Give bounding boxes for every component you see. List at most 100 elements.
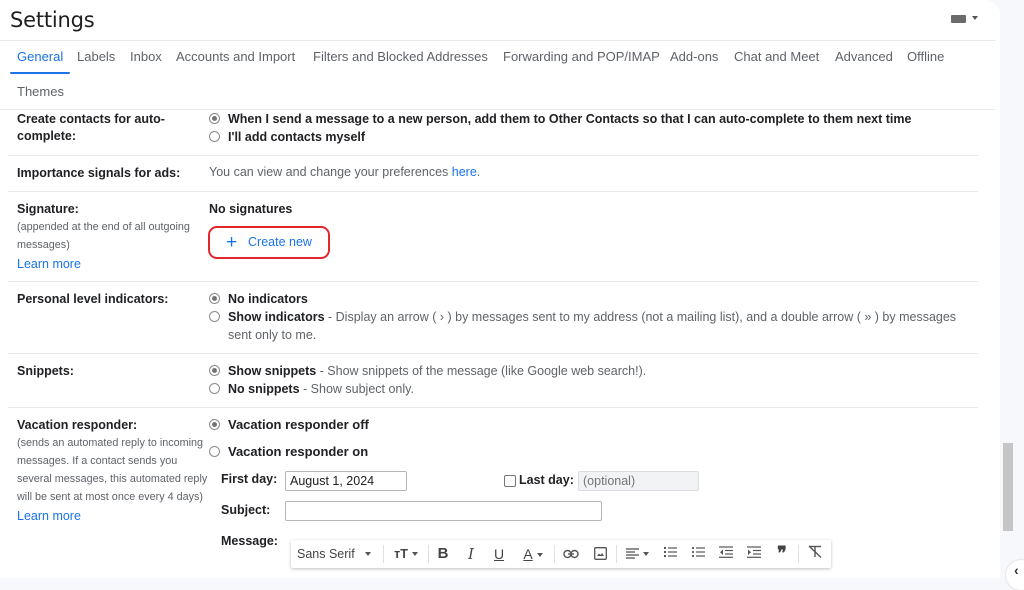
first-day-input[interactable] [285,471,407,491]
tab-accounts-and-import[interactable]: Accounts and Import [169,44,302,74]
quote-button[interactable]: ❞ [771,540,793,568]
radio-unselected[interactable] [209,383,220,394]
vacation-sub: (sends an automated reply to incoming [17,437,204,449]
bold-icon: B [437,545,449,562]
tab-inbox[interactable]: Inbox [123,44,169,74]
option-description: - Show subject only. [299,382,414,396]
font-size-button[interactable]: ᴛT [389,540,423,568]
radio-selected[interactable] [209,365,220,376]
option-vacation-off[interactable]: Vacation responder off [209,416,369,433]
contacts-option-auto[interactable]: When I send a message to a new person, a… [209,111,911,128]
bulleted-list-button[interactable] [687,540,709,568]
remove-formatting-icon [808,545,822,559]
vacation-label: Vacation responder: (sends an automated … [17,417,207,526]
numbered-list-button[interactable] [659,540,681,568]
contacts-label: Create contacts for auto- complete: [17,111,165,145]
vacation-learn-more-link[interactable]: Learn more [17,506,207,526]
bold-button[interactable]: B [433,540,453,568]
indent-more-icon [747,546,761,558]
toolbar-separator [428,545,429,563]
formatting-toolbar: Sans Serif ᴛT B I U A ❞ [291,540,831,568]
keyboard-icon [951,15,966,23]
chevron-down-icon [972,16,978,20]
option-description: - Display an arrow ( › ) by messages sen… [324,310,957,324]
remove-formatting-button[interactable] [804,540,826,568]
option-show-indicators[interactable]: Show indicators - Display an arrow ( › )… [209,309,956,326]
last-day-checkbox[interactable] [504,475,516,487]
tab-themes[interactable]: Themes [10,79,71,109]
scrollbar-thumb[interactable] [1003,443,1013,531]
personal-indicators-label: Personal level indicators: [17,292,169,306]
vacation-title: Vacation responder: [17,418,138,432]
last-day-input[interactable] [578,471,699,491]
font-family-dropdown[interactable]: Sans Serif [297,540,377,568]
input-tools-button[interactable] [951,12,983,26]
italic-button[interactable]: I [461,540,481,568]
ads-label: Importance signals for ads: [17,166,181,180]
signature-learn-more-link[interactable]: Learn more [17,254,190,274]
tab-labels[interactable]: Labels [70,44,122,74]
option-no-indicators[interactable]: No indicators [209,291,308,308]
radio-selected[interactable] [209,419,220,430]
radio-selected[interactable] [209,293,220,304]
message-label: Message: [221,534,278,548]
signature-sub: messages) [17,239,70,251]
subject-input[interactable] [285,501,602,521]
ads-preferences-link[interactable]: here [452,165,477,179]
option-label: When I send a message to a new person, a… [228,112,912,126]
radio-selected[interactable] [209,113,220,124]
indent-more-button[interactable] [743,540,765,568]
italic-icon: I [468,545,474,563]
option-label: Show snippets [228,364,317,378]
indent-less-icon [719,546,733,558]
contacts-option-manual[interactable]: I'll add contacts myself [209,129,365,146]
option-show-snippets[interactable]: Show snippets - Show snippets of the mes… [209,363,646,380]
chevron-down-icon [364,552,371,556]
tab-forwarding[interactable]: Forwarding and POP/IMAP [496,44,667,74]
insert-image-button[interactable] [589,540,611,568]
divider [8,155,978,156]
insert-link-button[interactable] [559,540,583,568]
last-day-label: Last day: [519,473,574,487]
tab-advanced[interactable]: Advanced [828,44,900,74]
align-dropdown[interactable] [621,540,653,568]
create-new-label: Create new [248,235,312,249]
ads-suffix: . [476,165,481,179]
divider [8,407,978,408]
toolbar-separator [383,545,384,563]
option-no-snippets[interactable]: No snippets - Show subject only. [209,381,414,398]
divider [8,353,978,354]
option-description: - Show snippets of the message (like Goo… [316,364,647,378]
link-icon [563,549,579,559]
create-new-signature-button[interactable]: + Create new [208,226,330,259]
no-signatures-text: No signatures [209,202,293,216]
first-day-label: First day: [221,472,278,486]
chevron-down-icon [411,552,418,556]
option-label: Vacation responder on [228,444,369,459]
side-panel-toggle[interactable]: ‹ [1006,560,1024,590]
image-icon [593,547,607,560]
tab-add-ons[interactable]: Add-ons [663,44,725,74]
option-vacation-on[interactable]: Vacation responder on [209,443,368,460]
toolbar-separator [798,545,799,563]
text-color-button[interactable]: A [517,540,549,568]
vacation-sub: messages. If a contact sends you [17,455,178,467]
signature-label: Signature: (appended at the end of all o… [17,201,190,274]
option-label: Vacation responder off [228,417,369,432]
tab-general[interactable]: General [10,44,71,74]
tab-offline[interactable]: Offline [900,44,951,74]
align-left-icon [625,548,639,559]
divider [8,281,978,282]
option-label: No snippets [228,382,300,396]
radio-unselected[interactable] [209,446,220,457]
tab-chat-and-meet[interactable]: Chat and Meet [727,44,826,74]
chevron-down-icon [642,552,649,556]
option-label: Show indicators [228,310,325,324]
page-title: Settings [10,8,95,32]
option-label: No indicators [228,292,308,306]
radio-unselected[interactable] [209,311,220,322]
radio-unselected[interactable] [209,131,220,142]
indent-less-button[interactable] [715,540,737,568]
tab-filters[interactable]: Filters and Blocked Addresses [306,44,495,74]
underline-button[interactable]: U [489,540,509,568]
